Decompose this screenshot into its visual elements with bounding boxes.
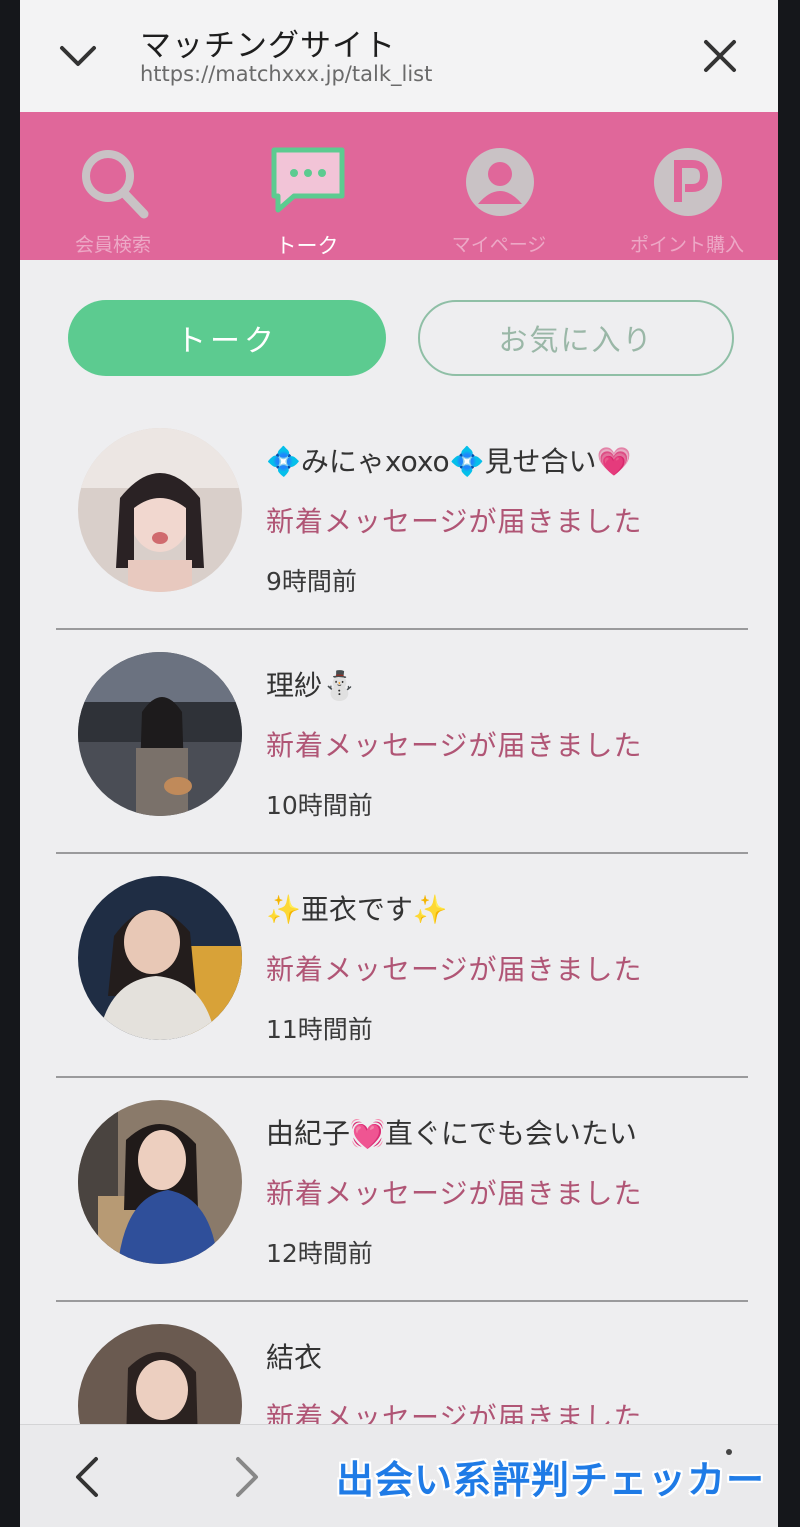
talk-name: 理紗⛄ [266, 669, 357, 702]
avatar [78, 1100, 242, 1264]
profile-icon [466, 148, 534, 216]
talk-list-item[interactable]: 💠みにゃxoxo💠見せ合い💗 新着メッセージが届きました 9時間前 [20, 420, 778, 644]
talk-name: 💠みにゃxoxo💠見せ合い💗 [266, 445, 632, 478]
avatar [78, 428, 242, 592]
talk-list-item[interactable]: ✨亜衣です✨ 新着メッセージが届きました 11時間前 [20, 868, 778, 1092]
phone-screen: マッチングサイト https://matchxxx.jp/talk_list 会… [20, 0, 778, 1527]
talk-list: 💠みにゃxoxo💠見せ合い💗 新着メッセージが届きました 9時間前 理紗⛄ 新着… [20, 420, 778, 1527]
talk-time: 10時間前 [266, 791, 373, 820]
nav-item-search[interactable]: 会員検索 [38, 112, 188, 260]
talk-time: 11時間前 [266, 1015, 373, 1044]
divider [56, 1300, 748, 1302]
talk-name: 結衣 [266, 1341, 323, 1374]
nav-label-mypage: マイページ [451, 234, 547, 256]
talk-message: 新着メッセージが届きました [266, 1177, 643, 1210]
divider [56, 628, 748, 630]
watermark: 出会い系評判チェッカー [336, 1458, 766, 1502]
nav-item-talk[interactable]: トーク [232, 112, 382, 260]
browser-header: マッチングサイト https://matchxxx.jp/talk_list [20, 0, 778, 112]
nav-label-points: ポイント購入 [629, 234, 744, 256]
avatar [78, 876, 242, 1040]
divider [56, 852, 748, 854]
talk-time: 9時間前 [266, 567, 357, 596]
avatar [78, 652, 242, 816]
talk-name: 由紀子💓直ぐにでも会いたい [266, 1117, 637, 1150]
main-nav: 会員検索 トーク マイページ ポイント購入 [20, 112, 778, 260]
chat-bubble-icon [271, 147, 345, 213]
close-icon[interactable] [700, 36, 740, 76]
search-icon [82, 150, 149, 219]
page-url: https://matchxxx.jp/talk_list [140, 62, 433, 86]
talk-name: ✨亜衣です✨ [266, 893, 448, 926]
talk-list-item[interactable]: 理紗⛄ 新着メッセージが届きました 10時間前 [20, 644, 778, 868]
back-arrow-icon[interactable] [70, 1455, 104, 1499]
tab-talk-button[interactable]: トーク [68, 300, 386, 376]
browser-bottom-bar: 出会い系評判チェッカー [20, 1424, 778, 1527]
talk-message: 新着メッセージが届きました [266, 953, 643, 986]
divider [56, 1076, 748, 1078]
points-icon [654, 148, 722, 216]
nav-item-mypage[interactable]: マイページ [424, 112, 574, 260]
forward-arrow-icon[interactable] [230, 1455, 264, 1499]
chevron-down-icon[interactable] [56, 34, 100, 78]
tab-favorites-button[interactable]: お気に入り [418, 300, 734, 376]
page-title: マッチングサイト [140, 28, 396, 64]
nav-label-search: 会員検索 [74, 234, 151, 256]
nav-label-talk: トーク [275, 234, 339, 258]
talk-message: 新着メッセージが届きました [266, 505, 643, 538]
talk-message: 新着メッセージが届きました [266, 729, 643, 762]
talk-time: 12時間前 [266, 1239, 373, 1268]
nav-item-points[interactable]: ポイント購入 [612, 112, 762, 260]
talk-list-item[interactable]: 由紀子💓直ぐにでも会いたい 新着メッセージが届きました 12時間前 [20, 1092, 778, 1316]
